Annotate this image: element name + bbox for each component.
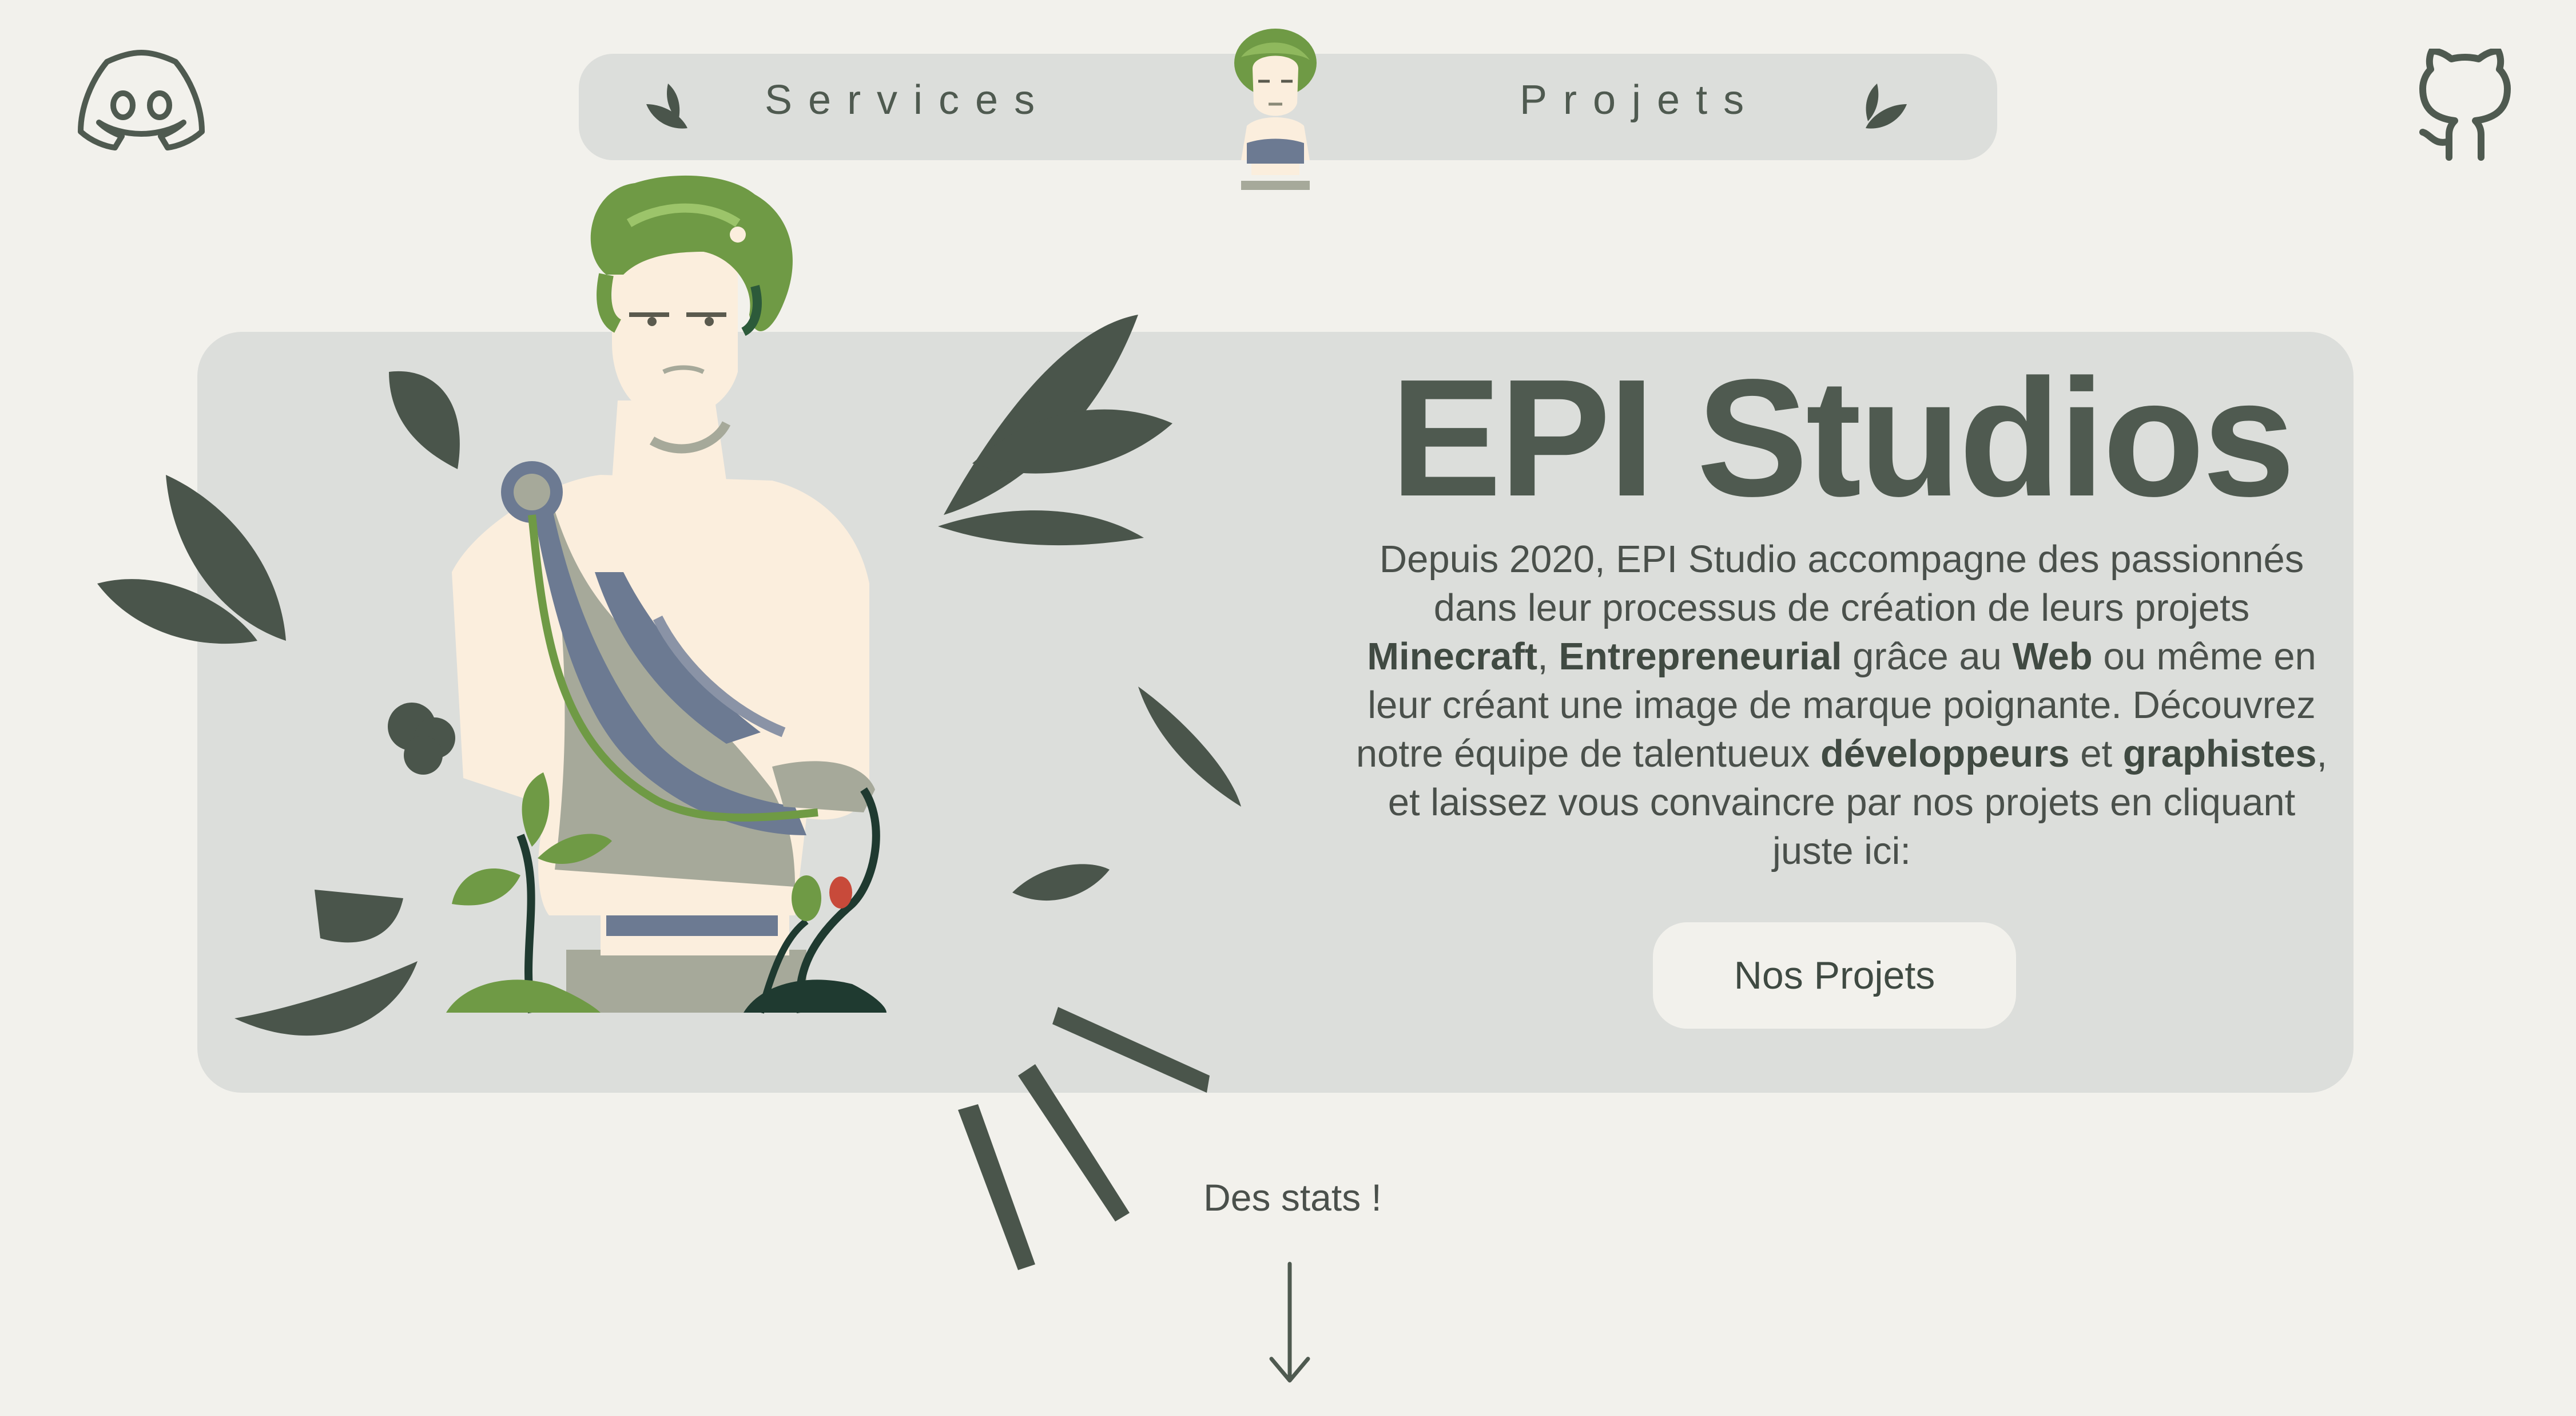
leaf-icon [642, 81, 699, 133]
description-highlight: Web [2012, 635, 2093, 678]
description-text: et [2069, 732, 2123, 775]
discord-icon[interactable] [71, 46, 212, 152]
logo-bust-icon[interactable] [1224, 29, 1327, 195]
description-text: Depuis 2020, EPI Studio accompagne des p… [1379, 538, 2304, 629]
description-highlight: Entrepreneurial [1559, 635, 1842, 678]
nos-projets-button[interactable]: Nos Projets [1653, 922, 2016, 1029]
statue-illustration [360, 172, 1024, 1018]
description-highlight: Minecraft [1367, 635, 1538, 678]
description-text: grâce au [1842, 635, 2013, 678]
hero-title: EPI Studios [1390, 344, 2295, 531]
description-highlight: développeurs [1820, 732, 2070, 775]
nav-services-link[interactable]: Services [765, 77, 1051, 124]
description-highlight: graphistes [2122, 732, 2317, 775]
hero-description: Depuis 2020, EPI Studio accompagne des p… [1350, 535, 2333, 875]
github-icon[interactable] [2414, 47, 2517, 163]
nav-projets-link[interactable]: Projets [1520, 77, 1760, 124]
leaf-icon [1854, 81, 1911, 133]
stats-label: Des stats ! [1203, 1176, 1382, 1219]
description-text: , [1537, 635, 1559, 678]
arrow-down-icon[interactable] [1267, 1262, 1313, 1387]
